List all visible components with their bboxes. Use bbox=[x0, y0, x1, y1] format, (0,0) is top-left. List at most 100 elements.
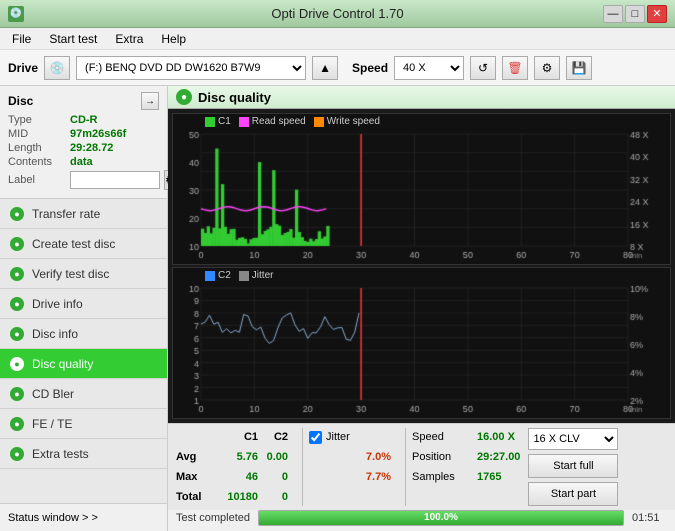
disc-info-icon: ● bbox=[10, 327, 24, 341]
disc-arrow-btn[interactable]: → bbox=[141, 92, 159, 110]
cd-bler-label: CD Bler bbox=[32, 387, 74, 401]
menu-help[interactable]: Help bbox=[153, 30, 194, 48]
title-bar-left: 💿 bbox=[8, 6, 24, 22]
contents-label: Contents bbox=[8, 156, 66, 168]
cd-bler-icon: ● bbox=[10, 387, 24, 401]
jitter-header-label: Jitter bbox=[326, 431, 381, 443]
write-legend: Write speed bbox=[314, 116, 380, 127]
read-legend: Read speed bbox=[239, 116, 306, 127]
sidebar-item-verify-test-disc[interactable]: ● Verify test disc bbox=[0, 259, 167, 289]
c2-legend: C2 bbox=[205, 270, 231, 281]
menu-start-test[interactable]: Start test bbox=[41, 30, 105, 48]
speed-row: Speed 16.00 X bbox=[412, 428, 520, 446]
disc-quality-title: Disc quality bbox=[198, 90, 271, 105]
jitter-header-row: Jitter bbox=[309, 428, 399, 446]
label-input[interactable] bbox=[70, 171, 160, 189]
jitter-checkbox[interactable] bbox=[309, 431, 322, 444]
scan-btn[interactable]: ⚙ bbox=[534, 56, 560, 80]
charts-area: C1 Read speed Write speed bbox=[168, 109, 675, 423]
sidebar: Disc → Type CD-R MID 97m26s66f Length 29… bbox=[0, 86, 168, 503]
length-label: Length bbox=[8, 142, 66, 154]
disc-length-row: Length 29:28.72 bbox=[8, 142, 159, 154]
progress-bar-fill: 100.0% bbox=[259, 511, 623, 525]
chart2-legend: C2 Jitter bbox=[205, 270, 273, 281]
disc-quality-label: Disc quality bbox=[32, 357, 93, 371]
drive-bar: Drive 💿 (F:) BENQ DVD DD DW1620 B7W9 ▲ S… bbox=[0, 50, 675, 86]
jitter-avg-row: 7.0% bbox=[309, 448, 399, 466]
extra-tests-label: Extra tests bbox=[32, 447, 89, 461]
stats-bar: C1 C2 Avg 5.76 0.00 Max 46 0 Total 10180… bbox=[168, 423, 675, 510]
mid-label: MID bbox=[8, 128, 66, 140]
sidebar-item-fe-te[interactable]: ● FE / TE bbox=[0, 409, 167, 439]
disc-type-row: Type CD-R bbox=[8, 114, 159, 126]
stats-header-row: C1 C2 bbox=[176, 428, 296, 446]
sidebar-item-transfer-rate[interactable]: ● Transfer rate bbox=[0, 199, 167, 229]
c1-chart: C1 Read speed Write speed bbox=[172, 113, 671, 265]
disc-mid-row: MID 97m26s66f bbox=[8, 128, 159, 140]
start-full-button[interactable]: Start full bbox=[528, 454, 618, 478]
c2-chart: C2 Jitter bbox=[172, 267, 671, 419]
read-legend-label: Read speed bbox=[252, 116, 306, 127]
type-value: CD-R bbox=[70, 114, 98, 126]
samples-value: 1765 bbox=[477, 471, 501, 483]
chart1-canvas bbox=[173, 114, 670, 264]
app-title: Opti Drive Control 1.70 bbox=[0, 6, 675, 21]
drive-icon-btn[interactable]: 💿 bbox=[44, 56, 70, 80]
minimize-button[interactable]: — bbox=[603, 5, 623, 23]
sidebar-item-extra-tests[interactable]: ● Extra tests bbox=[0, 439, 167, 469]
sidebar-item-create-test-disc[interactable]: ● Create test disc bbox=[0, 229, 167, 259]
disc-label-row: Label ⚙ bbox=[8, 170, 159, 190]
status-message: Test completed bbox=[176, 512, 250, 524]
sidebar-item-cd-bler[interactable]: ● CD Bler bbox=[0, 379, 167, 409]
close-button[interactable]: ✕ bbox=[647, 5, 667, 23]
sidebar-item-disc-quality[interactable]: ● Disc quality bbox=[0, 349, 167, 379]
jitter-max-value: 7.7% bbox=[349, 471, 399, 483]
fe-te-label: FE / TE bbox=[32, 417, 72, 431]
disc-section-title: Disc bbox=[8, 94, 33, 108]
c1-legend-label: C1 bbox=[218, 116, 231, 127]
right-controls: 16 X CLV Start full Start part bbox=[528, 428, 618, 506]
drive-select[interactable]: (F:) BENQ DVD DD DW1620 B7W9 bbox=[76, 56, 306, 80]
c2-color bbox=[205, 271, 215, 281]
sidebar-item-drive-info[interactable]: ● Drive info bbox=[0, 289, 167, 319]
start-part-button[interactable]: Start part bbox=[528, 482, 618, 506]
max-c2-value: 0 bbox=[266, 471, 296, 483]
erase-btn[interactable]: 🗑 bbox=[502, 56, 528, 80]
jitter-color bbox=[239, 271, 249, 281]
status-bar: Status window > > Test completed 100.0% … bbox=[0, 503, 675, 531]
jitter-max-row: 7.7% bbox=[309, 468, 399, 486]
eject-btn[interactable]: ▲ bbox=[312, 56, 338, 80]
menu-bar: File Start test Extra Help bbox=[0, 28, 675, 50]
speed-label: Speed bbox=[352, 61, 388, 75]
speed-clv-select[interactable]: 16 X CLV bbox=[528, 428, 618, 450]
refresh-btn[interactable]: ↺ bbox=[470, 56, 496, 80]
contents-value: data bbox=[70, 156, 93, 168]
status-window-button[interactable]: Status window > > bbox=[0, 504, 168, 531]
transfer-rate-icon: ● bbox=[10, 207, 24, 221]
speed-select[interactable]: 40 X bbox=[394, 56, 464, 80]
sidebar-buttons: ● Transfer rate ● Create test disc ● Ver… bbox=[0, 199, 167, 469]
stats-divider2 bbox=[405, 428, 406, 506]
total-c2-value: 0 bbox=[266, 491, 296, 503]
disc-info-header: Disc → bbox=[8, 92, 159, 110]
title-bar-buttons: — □ ✕ bbox=[603, 5, 667, 23]
max-row: Max 46 0 bbox=[176, 468, 296, 486]
fe-te-icon: ● bbox=[10, 417, 24, 431]
progress-bar-container: 100.0% bbox=[258, 510, 624, 526]
app-icon: 💿 bbox=[8, 6, 24, 22]
create-test-disc-label: Create test disc bbox=[32, 237, 115, 251]
status-time: 01:51 bbox=[632, 512, 667, 524]
disc-quality-header: ● Disc quality bbox=[168, 86, 675, 109]
length-value: 29:28.72 bbox=[70, 142, 113, 154]
sidebar-item-disc-info[interactable]: ● Disc info bbox=[0, 319, 167, 349]
menu-extra[interactable]: Extra bbox=[107, 30, 151, 48]
maximize-button[interactable]: □ bbox=[625, 5, 645, 23]
transfer-rate-label: Transfer rate bbox=[32, 207, 100, 221]
status-right: Test completed 100.0% 01:51 bbox=[168, 504, 675, 531]
disc-quality-icon-header: ● bbox=[176, 89, 192, 105]
right-panel: ● Disc quality C1 Read speed bbox=[168, 86, 675, 503]
jitter-legend: Jitter bbox=[239, 270, 274, 281]
save-btn[interactable]: 💾 bbox=[566, 56, 592, 80]
drive-info-label: Drive info bbox=[32, 297, 83, 311]
menu-file[interactable]: File bbox=[4, 30, 39, 48]
